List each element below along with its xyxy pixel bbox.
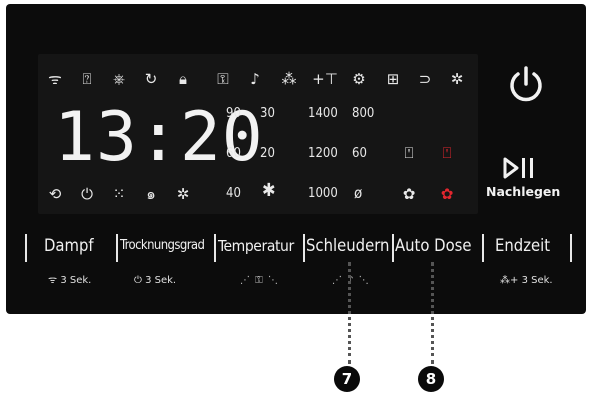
endzeit-hint: ⁂+ 3 Sek. — [500, 275, 553, 286]
spin-1000: 1000 — [308, 186, 338, 201]
divider — [570, 234, 572, 262]
no-spin-icon: ø — [354, 184, 363, 202]
swirl-icon: ๑ — [146, 185, 156, 203]
divider — [116, 234, 118, 262]
schleudern-button[interactable]: Schleudern — [306, 232, 389, 260]
child-lock-icon: 🔒︎ — [179, 70, 187, 88]
callout-marker-7: 7 — [334, 366, 360, 392]
wifi-icon: ᯤ — [48, 70, 62, 88]
auto-dose-button[interactable]: Auto Dose — [395, 232, 472, 260]
callout-line-7 — [348, 262, 351, 364]
temp-60: 60 — [226, 146, 241, 161]
temp-40: 40 — [226, 186, 241, 201]
divider — [303, 234, 305, 262]
cog-icon: ✲ — [176, 185, 190, 203]
power-button[interactable] — [504, 62, 548, 106]
spin-800: 800 — [352, 106, 375, 121]
extra-icon: ⁂+ — [500, 275, 522, 286]
rinse-icon: ↻ — [144, 70, 158, 88]
eco-icon: ⏻ — [134, 275, 146, 286]
settings-icon: ✲ — [450, 70, 464, 88]
cold-icon: ✱ — [262, 180, 276, 201]
eco-icon: ⏻ — [81, 185, 93, 203]
temperatur-hint: ⋰ ⚿ ⋱ — [240, 274, 279, 288]
softener-warning-icon: ✿ — [440, 185, 454, 203]
detergent-warning-icon: ⍞ — [442, 144, 452, 162]
detergent-icon: ⍞ — [404, 144, 414, 162]
trocknungsgrad-hint: ⏻ 3 Sek. — [134, 275, 177, 286]
endzeit-button[interactable]: Endzeit — [495, 232, 550, 260]
wifi-icon: ᯤ — [48, 275, 61, 286]
divider — [392, 234, 394, 262]
dampf-button[interactable]: Dampf — [44, 232, 94, 260]
spin-1200: 1200 — [308, 146, 338, 161]
temp-90: 90 — [226, 106, 241, 121]
softener-icon: ✿ — [402, 185, 416, 203]
grid-icon: ⊞ — [386, 70, 400, 88]
drawer-icon: ⊃ — [418, 70, 432, 88]
extra-icon: ⁂ — [281, 70, 297, 88]
key-icon: ⋰ ⚿ ⋱ — [240, 275, 279, 286]
dampf-hint: ᯤ 3 Sek. — [48, 275, 92, 286]
power-icon — [510, 66, 542, 102]
temp-30: 30 — [260, 106, 275, 121]
control-panel: ᯤ ⍰ ⎈ ↻ 🔒︎ ⚿ ♪ ⁂ +⊤ ⚙ ⊞ ⊃ ✲ 13:20 90 30 … — [6, 4, 586, 314]
sensor-icon: ⚙ — [352, 70, 366, 88]
callout-marker-8: 8 — [418, 366, 444, 392]
trocknungsgrad-button[interactable]: Trocknungsgrad — [120, 232, 205, 260]
divider — [25, 234, 27, 262]
mute-icon: ♪ — [250, 70, 260, 88]
spin-60: 60 — [352, 146, 367, 161]
stain-icon: ⎈ — [112, 70, 125, 88]
door-lock-icon: ⍰ — [82, 70, 92, 88]
key-icon: ⚿ — [217, 70, 229, 88]
display-screen: ᯤ ⍰ ⎈ ↻ 🔒︎ ⚿ ♪ ⁂ +⊤ ⚙ ⊞ ⊃ ✲ 13:20 90 30 … — [38, 54, 478, 214]
spin-1400: 1400 — [308, 106, 338, 121]
dots-icon: ⁙ — [112, 185, 126, 203]
start-pause-button[interactable]: Nachlegen — [482, 156, 572, 204]
callout-line-8 — [431, 262, 434, 364]
add-garment-icon: +⊤ — [312, 70, 338, 88]
temp-20: 20 — [260, 146, 275, 161]
start-pause-label: Nachlegen — [486, 184, 561, 199]
temperatur-button[interactable]: Temperatur — [218, 232, 294, 260]
divider — [482, 234, 484, 262]
divider — [214, 234, 216, 262]
play-pause-icon — [503, 157, 533, 179]
timer-icon: ⟲ — [48, 185, 62, 203]
